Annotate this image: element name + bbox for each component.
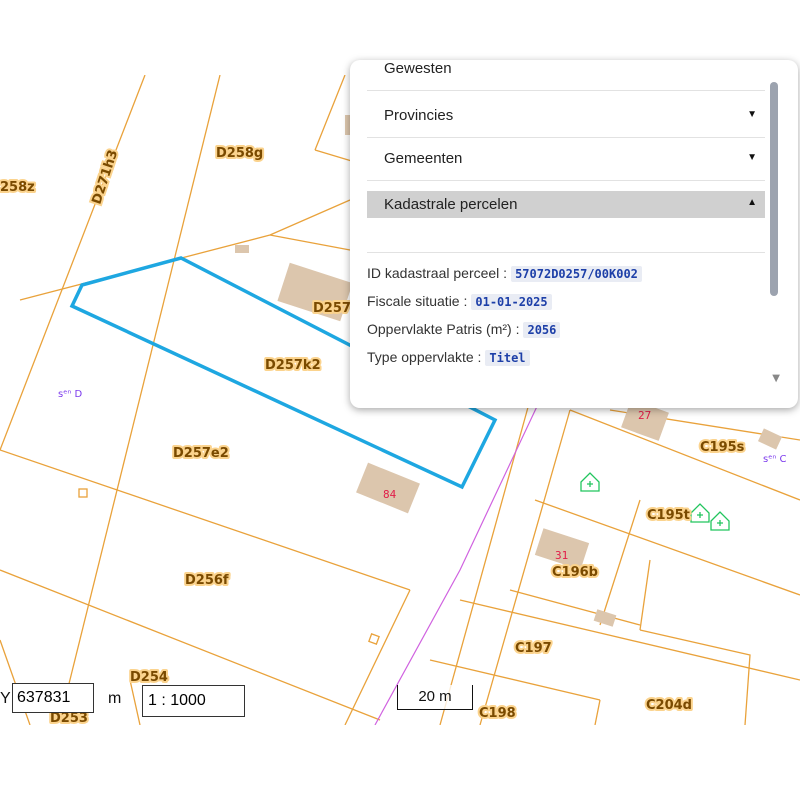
scale-bar-label: 20 m [418, 688, 452, 705]
accordion-provincies[interactable]: Provincies ▼ [367, 95, 765, 138]
scroll-down-icon[interactable]: ▼ [772, 373, 780, 384]
info-value: 01-01-2025 [471, 294, 552, 310]
parcel-label: D253 [50, 711, 88, 725]
y-label: Y [0, 690, 11, 707]
accordion-label: Kadastrale percelen [384, 196, 518, 213]
accordion-label: Provincies [384, 107, 454, 124]
parcel-label: C195t [647, 508, 690, 523]
info-fiscal: Fiscale situatie :01-01-2025 [367, 293, 552, 310]
info-type: Type oppervlakte : Titel [367, 349, 530, 366]
parcel-label: C195s [700, 440, 745, 455]
parcel-label: D254 [130, 670, 168, 685]
section-label: sᵉⁿ D [58, 389, 83, 400]
info-value: 2056 [523, 322, 561, 338]
info-panel: Gewesten Provincies ▼ Gemeenten ▼ Kadast… [350, 60, 798, 408]
parcel-label: C197 [515, 641, 552, 656]
info-id: ID kadastraal perceel :57072D0257/00K002 [367, 265, 642, 282]
parcel-label: C204d [646, 698, 692, 713]
accordion-label: Gewesten [384, 60, 452, 77]
scrollbar[interactable] [770, 82, 778, 296]
caret-down-icon: ▼ [747, 152, 757, 163]
scale-input[interactable]: 1 : 1000 [142, 685, 245, 717]
caret-up-icon: ▲ [747, 197, 757, 208]
boundary-marker [78, 488, 88, 498]
info-value: Titel [485, 350, 530, 366]
info-value: 57072D0257/00K002 [511, 266, 642, 282]
info-label: ID kadastraal perceel : [367, 265, 508, 281]
scale-bar: 20 m [397, 685, 473, 710]
boundary-marker [368, 633, 380, 645]
info-label: Fiscale situatie : [367, 293, 468, 309]
house-number: 27 [638, 409, 651, 422]
caret-down-icon: ▼ [747, 109, 757, 120]
house-icon [697, 512, 703, 518]
parcel-label: D271h3 [90, 148, 122, 206]
house-icon [717, 520, 723, 526]
house-number: 31 [555, 549, 568, 562]
parcel-label: D257k2 [265, 358, 321, 373]
parcel-label: D258g [216, 146, 263, 161]
info-label: Oppervlakte Patris (m²) : [367, 321, 520, 337]
parcel-label: C198 [479, 706, 516, 721]
parcel-label: D256f [185, 573, 229, 588]
accordion-kadastrale-percelen[interactable]: Kadastrale percelen ▲ [367, 191, 765, 218]
info-area: Oppervlakte Patris (m²) :2056 [367, 321, 561, 338]
accordion-gewesten[interactable]: Gewesten [367, 60, 765, 91]
accordion-gemeenten[interactable]: Gemeenten ▼ [367, 138, 765, 181]
parcel-label: 258z [0, 180, 35, 195]
house-icon [587, 481, 593, 487]
house-number: 84 [383, 488, 397, 501]
y-coordinate-input[interactable]: 637831 [12, 683, 94, 713]
unit-label: m [108, 690, 122, 707]
info-label: Type oppervlakte : [367, 349, 482, 365]
parcel-label: C196b [552, 565, 598, 580]
section-label: sᵉⁿ C [763, 454, 787, 465]
parcel-label: D257 [313, 301, 351, 316]
road-line [374, 399, 541, 725]
divider [367, 252, 765, 253]
accordion-label: Gemeenten [384, 150, 463, 167]
parcel-label: D257e2 [173, 446, 229, 461]
